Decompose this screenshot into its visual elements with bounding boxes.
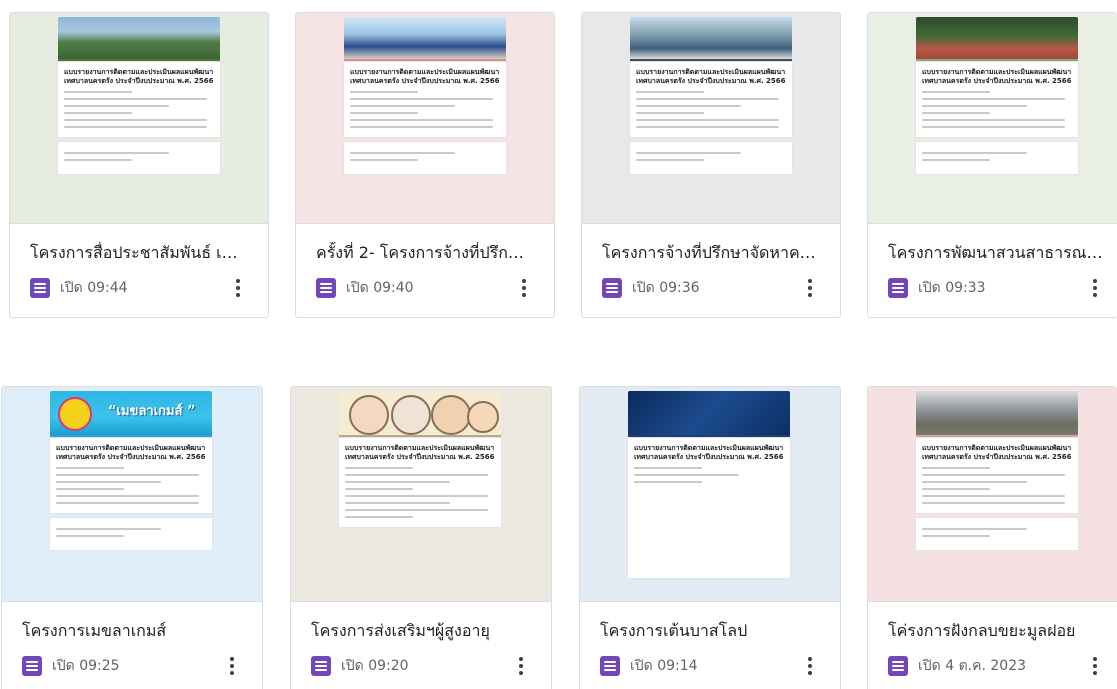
card-meta: เปิด 09:40 — [316, 276, 532, 300]
header-image — [630, 17, 792, 59]
form-card[interactable]: แบบรายงานการติดตามและประเมินผลแผนพัฒนาเท… — [295, 12, 555, 318]
header-image — [58, 17, 220, 59]
google-forms-icon — [22, 656, 42, 676]
opened-time: เปิด 09:33 — [918, 280, 986, 296]
form-card[interactable]: แบบรายงานการติดตามและประเมินผลแผนพัฒนาเท… — [581, 12, 841, 318]
card-title[interactable]: โครงการเต้นบาสโลป — [600, 620, 818, 642]
opened-time: เปิด 4 ต.ค. 2023 — [918, 658, 1027, 674]
preview-sheet: แบบรายงานการติดตามและประเมินผลแผนพัฒนาเท… — [916, 438, 1078, 513]
header-image — [916, 391, 1078, 435]
preview-sheet: แบบรายงานการติดตามและประเมินผลแผนพัฒนาเท… — [58, 62, 220, 137]
preview-sheet: แบบรายงานการติดตามและประเมินผลแผนพัฒนาเท… — [628, 438, 790, 578]
google-forms-icon — [888, 656, 908, 676]
card-info: โครงการสื่อประชาสัมพันธ์ เทศ... เปิด 09:… — [10, 224, 268, 300]
form-thumbnail[interactable]: แบบรายงานการติดตามและประเมินผลแผนพัฒนาเท… — [868, 13, 1117, 224]
form-thumbnail[interactable]: แบบรายงานการติดตามและประเมินผลแผนพัฒนาเท… — [296, 13, 554, 224]
form-thumbnail[interactable]: แบบรายงานการติดตามและประเมินผลแผนพัฒนาเท… — [10, 13, 268, 224]
google-forms-icon — [602, 278, 622, 298]
form-card[interactable]: “เมขลาเกมส์ ” แบบรายงานการติดตามและประเม… — [1, 386, 263, 689]
header-image — [344, 17, 506, 59]
recent-forms-grid: แบบรายงานการติดตามและประเมินผลแผนพัฒนาเท… — [0, 0, 1117, 689]
card-title[interactable]: ครั้งที่ 2- โครงการจ้างที่ปรึกษา... — [316, 242, 532, 264]
google-forms-icon — [30, 278, 50, 298]
opened-time: เปิด 09:20 — [341, 658, 409, 674]
more-vert-icon[interactable] — [220, 652, 244, 680]
header-image: “เมขลาเกมส์ ” — [50, 391, 212, 435]
card-info: โครงการเมขลาเกมส์ เปิด 09:25 — [2, 602, 262, 678]
form-preview: แบบรายงานการติดตามและประเมินผลแผนพัฒนาเท… — [344, 17, 506, 223]
preview-sheet: แบบรายงานการติดตามและประเมินผลแผนพัฒนาเท… — [339, 438, 501, 527]
card-title[interactable]: โครงการสื่อประชาสัมพันธ์ เทศ... — [30, 242, 246, 264]
opened-time: เปิด 09:14 — [630, 658, 698, 674]
card-title[interactable]: โค่รงการฝังกลบขยะมูลฝอย — [888, 620, 1103, 642]
more-vert-icon[interactable] — [509, 652, 533, 680]
opened-time: เปิด 09:40 — [346, 280, 414, 296]
more-vert-icon[interactable] — [1083, 652, 1107, 680]
form-card[interactable]: แบบรายงานการติดตามและประเมินผลแผนพัฒนาเท… — [867, 386, 1117, 689]
card-meta: เปิด 4 ต.ค. 2023 — [888, 654, 1103, 678]
google-forms-icon — [888, 278, 908, 298]
form-preview: แบบรายงานการติดตามและประเมินผลแผนพัฒนาเท… — [58, 17, 220, 223]
preview-sheet: แบบรายงานการติดตามและประเมินผลแผนพัฒนาเท… — [344, 62, 506, 137]
opened-time: เปิด 09:44 — [60, 280, 128, 296]
card-meta: เปิด 09:20 — [311, 654, 529, 678]
preview-form-title: แบบรายงานการติดตามและประเมินผลแผนพัฒนาเท… — [350, 68, 500, 85]
form-preview: แบบรายงานการติดตามและประเมินผลแผนพัฒนาเท… — [916, 17, 1078, 223]
card-info: โครงการส่งเสริมฯผู้สูงอายุ เปิด 09:20 — [291, 602, 551, 678]
preview-sheet: แบบรายงานการติดตามและประเมินผลแผนพัฒนาเท… — [50, 438, 212, 513]
card-info: โครงการจ้างที่ปรึกษาจัดหาครู... เปิด 09:… — [582, 224, 840, 300]
card-meta: เปิด 09:25 — [22, 654, 240, 678]
form-preview: “เมขลาเกมส์ ” แบบรายงานการติดตามและประเม… — [50, 391, 212, 601]
card-title[interactable]: โครงการเมขลาเกมส์ — [22, 620, 240, 642]
more-vert-icon[interactable] — [798, 652, 822, 680]
preview-form-title: แบบรายงานการติดตามและประเมินผลแผนพัฒนาเท… — [636, 68, 786, 85]
more-vert-icon[interactable] — [512, 274, 536, 302]
preview-form-title: แบบรายงานการติดตามและประเมินผลแผนพัฒนาเท… — [345, 444, 495, 461]
more-vert-icon[interactable] — [1083, 274, 1107, 302]
card-title[interactable]: โครงการส่งเสริมฯผู้สูงอายุ — [311, 620, 529, 642]
card-meta: เปิด 09:44 — [30, 276, 246, 300]
event-badge — [58, 397, 92, 431]
preview-sheet: แบบรายงานการติดตามและประเมินผลแผนพัฒนาเท… — [630, 62, 792, 137]
google-forms-icon — [311, 656, 331, 676]
form-thumbnail[interactable]: แบบรายงานการติดตามและประเมินผลแผนพัฒนาเท… — [580, 387, 840, 602]
form-card[interactable]: แบบรายงานการติดตามและประเมินผลแผนพัฒนาเท… — [290, 386, 552, 689]
card-info: โครงการพัฒนาสวนสาธารณะ-... เปิด 09:33 — [868, 224, 1117, 300]
header-image — [628, 391, 790, 435]
card-title[interactable]: โครงการจ้างที่ปรึกษาจัดหาครู... — [602, 242, 818, 264]
opened-time: เปิด 09:36 — [632, 280, 700, 296]
header-image — [339, 391, 501, 435]
preview-form-title: แบบรายงานการติดตามและประเมินผลแผนพัฒนาเท… — [922, 444, 1072, 461]
google-forms-icon — [316, 278, 336, 298]
form-thumbnail[interactable]: แบบรายงานการติดตามและประเมินผลแผนพัฒนาเท… — [582, 13, 840, 224]
form-preview: แบบรายงานการติดตามและประเมินผลแผนพัฒนาเท… — [630, 17, 792, 223]
preview-form-title: แบบรายงานการติดตามและประเมินผลแผนพัฒนาเท… — [56, 444, 206, 461]
preview-form-title: แบบรายงานการติดตามและประเมินผลแผนพัฒนาเท… — [922, 68, 1072, 85]
form-preview: แบบรายงานการติดตามและประเมินผลแผนพัฒนาเท… — [916, 391, 1078, 601]
form-thumbnail[interactable]: แบบรายงานการติดตามและประเมินผลแผนพัฒนาเท… — [291, 387, 551, 602]
card-info: โค่รงการฝังกลบขยะมูลฝอย เปิด 4 ต.ค. 2023 — [868, 602, 1117, 678]
card-info: โครงการเต้นบาสโลป เปิด 09:14 — [580, 602, 840, 678]
card-meta: เปิด 09:36 — [602, 276, 818, 300]
card-info: ครั้งที่ 2- โครงการจ้างที่ปรึกษา... เปิด… — [296, 224, 554, 300]
more-vert-icon[interactable] — [226, 274, 250, 302]
opened-time: เปิด 09:25 — [52, 658, 120, 674]
form-card[interactable]: แบบรายงานการติดตามและประเมินผลแผนพัฒนาเท… — [867, 12, 1117, 318]
more-vert-icon[interactable] — [798, 274, 822, 302]
form-card[interactable]: แบบรายงานการติดตามและประเมินผลแผนพัฒนาเท… — [9, 12, 269, 318]
form-preview: แบบรายงานการติดตามและประเมินผลแผนพัฒนาเท… — [339, 391, 501, 601]
form-card[interactable]: แบบรายงานการติดตามและประเมินผลแผนพัฒนาเท… — [579, 386, 841, 689]
preview-form-title: แบบรายงานการติดตามและประเมินผลแผนพัฒนาเท… — [634, 444, 784, 461]
form-thumbnail[interactable]: แบบรายงานการติดตามและประเมินผลแผนพัฒนาเท… — [868, 387, 1117, 602]
form-preview: แบบรายงานการติดตามและประเมินผลแผนพัฒนาเท… — [628, 391, 790, 601]
google-forms-icon — [600, 656, 620, 676]
form-thumbnail[interactable]: “เมขลาเกมส์ ” แบบรายงานการติดตามและประเม… — [2, 387, 262, 602]
preview-sheet: แบบรายงานการติดตามและประเมินผลแผนพัฒนาเท… — [916, 62, 1078, 137]
banner-text: “เมขลาเกมส์ ” — [108, 404, 196, 419]
card-title[interactable]: โครงการพัฒนาสวนสาธารณะ-... — [888, 242, 1103, 264]
card-meta: เปิด 09:33 — [888, 276, 1103, 300]
card-meta: เปิด 09:14 — [600, 654, 818, 678]
preview-form-title: แบบรายงานการติดตามและประเมินผลแผนพัฒนาเท… — [64, 68, 214, 85]
header-image — [916, 17, 1078, 59]
